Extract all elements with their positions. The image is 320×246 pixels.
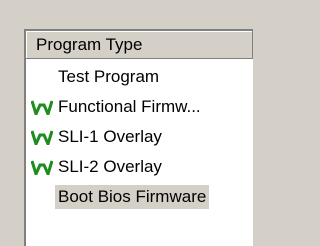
list-item-functional-firmware[interactable]: Functional Firmw... [26,92,253,122]
list-item-boot-bios-firmware[interactable]: Boot Bios Firmware [26,182,253,212]
w-icon-slot [26,130,58,145]
program-type-list[interactable]: Program Type Test Program Functional Fir… [24,29,253,246]
w-icon-slot [26,100,58,115]
list-item-sli-2-overlay[interactable]: SLI-2 Overlay [26,152,253,182]
list-item-test-program[interactable]: Test Program [26,62,253,92]
program-type-rows: Test Program Functional Firmw... SLI-1 O… [26,59,253,212]
w-icon [31,130,53,145]
list-item-label: Test Program [58,67,160,86]
list-item-label: SLI-2 Overlay [58,157,162,176]
list-item-label: Boot Bios Firmware [55,185,210,209]
column-header-label: Program Type [36,34,143,54]
w-icon [31,160,53,175]
list-item-label: Functional Firmw... [58,97,201,116]
w-icon [31,100,53,115]
program-type-panel: Program Type Test Program Functional Fir… [0,0,253,246]
w-icon-slot [26,160,58,175]
list-item-sli-1-overlay[interactable]: SLI-1 Overlay [26,122,253,152]
list-item-label: SLI-1 Overlay [58,127,162,146]
program-type-column-header[interactable]: Program Type [26,31,253,59]
